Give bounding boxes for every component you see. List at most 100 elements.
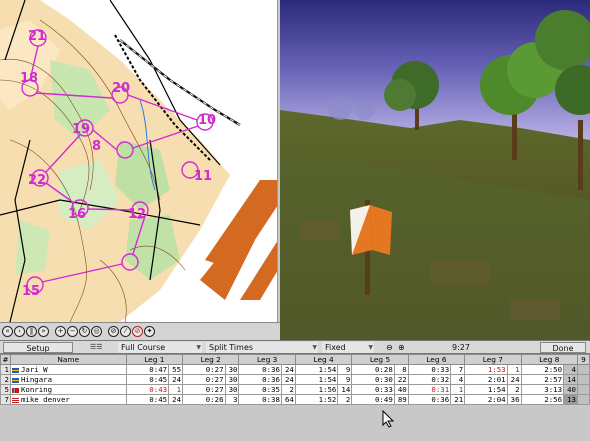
- split-time-cell[interactable]: 1:54: [294, 374, 339, 385]
- rotate-icon[interactable]: ↻: [79, 326, 90, 337]
- split-time-cell[interactable]: 0:45: [125, 394, 170, 405]
- split-time-cell[interactable]: 0:30: [351, 374, 395, 385]
- col-header-leg[interactable]: Leg 4: [294, 354, 353, 365]
- split-time-cell[interactable]: 1:53: [464, 364, 508, 375]
- course-select[interactable]: Full Course ▼: [118, 342, 202, 353]
- mouse-cursor-icon: [382, 410, 394, 428]
- split-time-cell[interactable]: [577, 394, 590, 405]
- map-control-label: 11: [194, 169, 212, 184]
- center-icon[interactable]: ◎: [91, 326, 102, 337]
- runner-name: Konring: [20, 385, 53, 394]
- col-header-leg[interactable]: Leg 2: [182, 354, 240, 365]
- table-row[interactable]: 7 mike denver 0:45 24 0:26 3 0:38 64 1:52 2 0:49 89…: [0, 394, 590, 405]
- step-back-icon[interactable]: ‹: [14, 326, 25, 337]
- col-header-leg[interactable]: 9: [577, 354, 590, 365]
- split-time-cell[interactable]: 0:26: [182, 394, 226, 405]
- split-place-cell: 21: [450, 394, 466, 405]
- fixed-select[interactable]: Fixed ▼: [322, 342, 374, 353]
- split-time-cell[interactable]: 0:49: [351, 394, 395, 405]
- col-header-leg[interactable]: Leg 7: [464, 354, 522, 365]
- split-time-cell[interactable]: 2:04: [464, 394, 508, 405]
- runner-name: Jari W: [20, 365, 48, 374]
- compass-icon[interactable]: ✦: [144, 326, 155, 337]
- lock-icon[interactable]: ⊘: [108, 326, 119, 337]
- runner-name-cell[interactable]: Jari W: [9, 364, 127, 375]
- pause-icon[interactable]: ‖: [26, 326, 37, 337]
- rewind-icon[interactable]: «: [2, 326, 13, 337]
- split-time-cell[interactable]: [577, 374, 590, 385]
- zoom-in-icon[interactable]: +: [55, 326, 66, 337]
- split-time-cell[interactable]: 2:56: [520, 394, 565, 405]
- table-row[interactable]: 1 Jari W 0:47 55 0:27 30 0:36 24 1:54 9 0:28 8 0:33 7…: [0, 364, 590, 375]
- split-place-cell: 7: [450, 364, 466, 375]
- split-time-cell[interactable]: 1:52: [294, 394, 339, 405]
- split-time-cell[interactable]: 0:33: [351, 384, 395, 395]
- measure-icon[interactable]: ⁄: [120, 326, 131, 337]
- orienteering-map[interactable]: 21 18 20 10 19 8 11 22 16 12 15: [0, 0, 278, 322]
- split-time-cell[interactable]: 1:56: [294, 384, 339, 395]
- split-time-cell[interactable]: 0:27: [182, 364, 226, 375]
- split-time-cell[interactable]: 0:36: [407, 394, 452, 405]
- split-time-cell[interactable]: 0:45: [125, 374, 170, 385]
- split-time-cell[interactable]: 1:54: [294, 364, 339, 375]
- fast-forward-icon[interactable]: »: [38, 326, 49, 337]
- split-time-cell[interactable]: 0:47: [125, 364, 170, 375]
- split-time-cell[interactable]: 0:27: [182, 374, 226, 385]
- no-entry-icon[interactable]: ⊘: [132, 326, 143, 337]
- split-time-cell[interactable]: 3:13: [520, 384, 565, 395]
- table-header-row: # Name Leg 1 Leg 2 Leg 3 Leg 4 Leg 5 Leg…: [0, 354, 590, 365]
- col-header-leg[interactable]: Leg 3: [238, 354, 296, 365]
- runner-icon[interactable]: ☰☰: [90, 342, 112, 353]
- split-place-cell: 24: [280, 364, 296, 375]
- split-time-cell[interactable]: 0:27: [182, 384, 226, 395]
- table-row[interactable]: 5 Konring 0:43 1 0:27 30 0:35 2 1:56 14 0:33 40 0:31…: [0, 384, 590, 395]
- col-header-leg[interactable]: Leg 5: [351, 354, 409, 365]
- split-time-cell[interactable]: [577, 364, 590, 375]
- split-time-cell[interactable]: 0:28: [351, 364, 395, 375]
- runner-name: mike denver: [20, 395, 70, 404]
- map-control-label: 19: [72, 122, 90, 137]
- col-header-leg[interactable]: Leg 6: [407, 354, 466, 365]
- split-time-cell[interactable]: 0:36: [238, 374, 282, 385]
- runner-name-cell[interactable]: Konring: [9, 384, 127, 395]
- split-time-cell[interactable]: 0:38: [238, 394, 282, 405]
- split-time-cell[interactable]: [577, 384, 590, 395]
- split-place-cell: 2: [506, 384, 522, 395]
- col-header-leg[interactable]: Leg 1: [125, 354, 184, 365]
- split-time-cell[interactable]: 0:31: [407, 384, 452, 395]
- col-header-rank[interactable]: #: [0, 354, 11, 365]
- table-row[interactable]: 2 Hingara 0:45 24 0:27 30 0:36 24 1:54 9 0:30 22 0:3…: [0, 374, 590, 385]
- col-header-leg[interactable]: Leg 8: [520, 354, 579, 365]
- split-time-cell[interactable]: 0:32: [407, 374, 452, 385]
- split-times-select[interactable]: Split Times ▼: [206, 342, 318, 353]
- rank-cell: 5: [0, 384, 11, 395]
- terrain-3d-view[interactable]: [280, 0, 590, 340]
- split-time-cell[interactable]: 0:33: [407, 364, 452, 375]
- split-times-table-panel: # Name Leg 1 Leg 2 Leg 3 Leg 4 Leg 5 Leg…: [0, 354, 590, 441]
- split-time-cell[interactable]: 0:35: [238, 384, 282, 395]
- split-time-cell[interactable]: 1:54: [464, 384, 508, 395]
- col-header-name[interactable]: Name: [9, 354, 127, 365]
- split-place-cell: 89: [393, 394, 409, 405]
- split-time-cell[interactable]: 0:36: [238, 364, 282, 375]
- country-flag-icon: [11, 397, 19, 403]
- setup-button[interactable]: Setup: [3, 342, 73, 353]
- split-place-cell: 9: [337, 374, 353, 385]
- runner-name-cell[interactable]: mike denver: [9, 394, 127, 405]
- fixed-select-label: Fixed: [325, 343, 346, 352]
- rank-cell: 2: [0, 374, 11, 385]
- zoom-in-time-icon[interactable]: ⊕: [398, 342, 408, 353]
- chevron-down-icon: ▼: [312, 344, 317, 351]
- zoom-out-time-icon[interactable]: ⊖: [386, 342, 396, 353]
- runner-name-cell[interactable]: Hingara: [9, 374, 127, 385]
- zoom-out-icon[interactable]: −: [67, 326, 78, 337]
- split-time-cell[interactable]: 0:43: [125, 384, 170, 395]
- map-control-label: 22: [28, 173, 46, 188]
- country-flag-icon: [11, 377, 19, 383]
- done-button[interactable]: Done: [540, 342, 586, 353]
- map-control-label: 16: [68, 207, 86, 222]
- split-time-cell[interactable]: 2:57: [520, 374, 565, 385]
- split-time-cell[interactable]: 2:01: [464, 374, 508, 385]
- split-time-cell[interactable]: 2:50: [520, 364, 565, 375]
- split-place-cell: 30: [224, 364, 240, 375]
